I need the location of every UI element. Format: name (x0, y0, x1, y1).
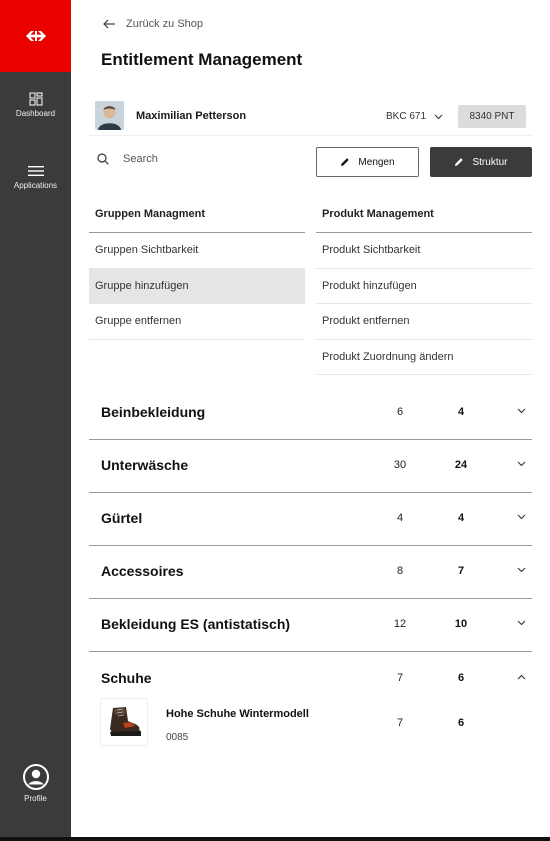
chevron-down-icon[interactable] (517, 514, 526, 520)
product-count: 7 (396, 717, 404, 729)
search-input[interactable]: Search (97, 153, 158, 165)
avatar (95, 101, 124, 130)
sbb-logo-icon (25, 31, 46, 41)
category-row[interactable]: Beinbekleidung 6 4 (89, 387, 532, 440)
category-name: Unterwäsche (101, 457, 189, 473)
avatar-photo (95, 101, 124, 130)
menu-item-produkt-sichtbarkeit[interactable]: Produkt Sichtbarkeit (316, 233, 532, 269)
pencil-icon (341, 158, 350, 166)
category-quantity: 4 (457, 512, 465, 524)
search-icon (97, 153, 109, 165)
produkt-menu-title: Produkt Management (316, 197, 532, 233)
product-code: 0085 (166, 732, 189, 743)
back-link-label: Zurück zu Shop (126, 18, 204, 30)
product-name: Hohe Schuhe Wintermodell (166, 708, 309, 720)
account-value: BKC 671 (386, 111, 427, 122)
menu-item-produkt-hinzufuegen[interactable]: Produkt hinzufügen (316, 269, 532, 304)
points-badge: 8340 PNT (458, 105, 526, 128)
chevron-down-icon[interactable] (517, 408, 526, 414)
category-name: Gürtel (101, 510, 143, 526)
category-quantity: 7 (457, 565, 465, 577)
product-image (100, 698, 148, 746)
sidebar-item-label: Dashboard (15, 109, 56, 118)
product-quantity: 6 (457, 717, 465, 729)
winter-boot-image (110, 707, 141, 736)
category-quantity: 24 (454, 459, 468, 471)
category-quantity: 6 (457, 672, 465, 684)
dashboard-icon (29, 92, 42, 106)
chevron-down-icon[interactable] (517, 461, 526, 467)
mengen-button-label: Mengen (358, 156, 395, 168)
category-row[interactable]: Unterwäsche 30 24 (89, 440, 532, 493)
gruppen-menu: Gruppen Managment Gruppen Sichtbarkeit G… (89, 197, 305, 340)
category-count: 6 (396, 406, 404, 418)
chevron-down-icon (434, 114, 443, 119)
category-quantity: 10 (454, 618, 468, 630)
sbb-logo[interactable] (0, 0, 71, 72)
category-count: 4 (396, 512, 404, 524)
product-row[interactable]: Hohe Schuhe Wintermodell 0085 7 6 (89, 697, 532, 749)
category-name: Bekleidung ES (antistatisch) (101, 616, 291, 632)
category-quantity: 4 (457, 406, 465, 418)
user-icon (22, 764, 49, 790)
struktur-button[interactable]: Struktur (430, 147, 532, 177)
sidebar-item-label: Profile (24, 794, 47, 803)
menu-item-gruppe-entfernen[interactable]: Gruppe entfernen (89, 304, 305, 340)
produkt-menu: Produkt Management Produkt Sichtbarkeit … (316, 197, 532, 375)
sidebar-item-applications[interactable]: Applications (0, 164, 71, 190)
category-name: Accessoires (101, 563, 184, 579)
category-name: Beinbekleidung (101, 404, 206, 420)
page-title: Entitlement Management (101, 50, 303, 69)
category-count: 12 (393, 618, 407, 630)
sidebar-item-dashboard[interactable]: Dashboard (0, 92, 71, 118)
category-name: Schuhe (101, 670, 152, 686)
category-count: 7 (396, 672, 404, 684)
back-link[interactable]: Zurück zu Shop (103, 18, 203, 30)
gruppen-menu-title: Gruppen Managment (89, 197, 305, 233)
search-placeholder: Search (123, 153, 158, 165)
sidebar-item-profile[interactable]: Profile (0, 763, 71, 803)
menu-item-gruppen-sichtbarkeit[interactable]: Gruppen Sichtbarkeit (89, 233, 305, 269)
menu-item-produkt-zuordnung[interactable]: Produkt Zuordnung ändern (316, 340, 532, 375)
sidebar: Dashboard Applications Profile (0, 0, 71, 841)
category-row[interactable]: Accessoires 8 7 (89, 546, 532, 599)
category-row[interactable]: Gürtel 4 4 (89, 493, 532, 546)
sidebar-item-label: Applications (13, 181, 58, 190)
chevron-down-icon[interactable] (517, 567, 526, 573)
struktur-button-label: Struktur (472, 156, 508, 168)
user-bar: Maximilian Petterson BKC 671 8340 PNT (89, 97, 532, 136)
arrow-left-icon (103, 19, 115, 29)
account-select[interactable]: BKC 671 (386, 111, 443, 122)
mengen-button[interactable]: Mengen (316, 147, 419, 177)
bottom-border (0, 837, 550, 841)
menu-item-produkt-entfernen[interactable]: Produkt entfernen (316, 304, 532, 340)
category-row[interactable]: Bekleidung ES (antistatisch) 12 10 (89, 599, 532, 652)
chevron-up-icon[interactable] (517, 674, 526, 680)
category-count: 8 (396, 565, 404, 577)
chevron-down-icon[interactable] (517, 620, 526, 626)
menu-icon (27, 166, 44, 176)
pencil-icon (455, 158, 464, 166)
category-count: 30 (393, 459, 407, 471)
user-name: Maximilian Petterson (136, 110, 247, 122)
menu-item-gruppe-hinzufuegen[interactable]: Gruppe hinzufügen (89, 268, 305, 304)
